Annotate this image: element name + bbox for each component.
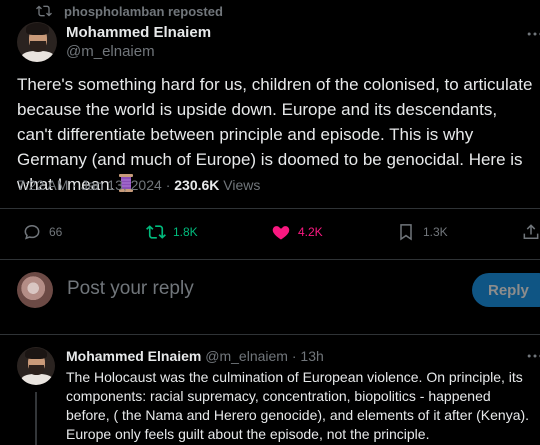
- bookmark-count: 1.3K: [423, 225, 448, 239]
- divider-composer: [0, 334, 540, 335]
- repost-icon: [146, 225, 166, 239]
- reply-input[interactable]: Post your reply: [67, 278, 194, 300]
- post-time[interactable]: 7:22 AM: [17, 177, 68, 193]
- reply-author-avatar[interactable]: [17, 347, 55, 385]
- repost-label: phospholamban reposted: [64, 3, 223, 19]
- bookmark-action[interactable]: 1.3K: [396, 222, 448, 242]
- thread-connector: [35, 392, 37, 445]
- reply-author-name[interactable]: Mohammed Elnaiem: [66, 348, 201, 364]
- author-name[interactable]: Mohammed Elnaiem: [66, 24, 211, 41]
- views-count: 230.6K: [174, 177, 220, 193]
- author-avatar[interactable]: [17, 22, 57, 62]
- share-icon: [523, 224, 539, 239]
- current-user-avatar: [17, 272, 53, 308]
- repost-action[interactable]: 1.8K: [146, 222, 198, 242]
- like-action[interactable]: 4.2K: [271, 222, 323, 242]
- share-action[interactable]: [521, 222, 540, 242]
- repost-count: 1.8K: [173, 225, 198, 239]
- reply-text: The Holocaust was the culmination of Eur…: [66, 369, 530, 442]
- views-label: Views: [223, 177, 261, 193]
- reply-time[interactable]: 13h: [300, 348, 323, 364]
- bookmark-icon: [400, 224, 412, 241]
- post-meta: 7:22 AM · Jan 13, 2024 · 230.6K Views: [17, 177, 261, 193]
- reply-header: Mohammed Elnaiem @m_elnaiem · 13h: [66, 348, 324, 364]
- reply-more-options-icon[interactable]: [525, 346, 540, 366]
- reply-action[interactable]: 66: [22, 222, 62, 242]
- heart-icon: [272, 226, 290, 240]
- like-count: 4.2K: [298, 225, 323, 239]
- divider-top: [0, 208, 540, 209]
- more-options-icon[interactable]: [525, 24, 540, 44]
- reply-button[interactable]: Reply: [472, 273, 540, 307]
- divider-actions: [0, 259, 540, 260]
- author-handle[interactable]: @m_elnaiem: [66, 43, 155, 60]
- repost-indicator[interactable]: phospholamban reposted: [36, 2, 223, 20]
- post-date[interactable]: Jan 13, 2024: [81, 177, 162, 193]
- comment-icon: [24, 224, 40, 240]
- reply-author-handle[interactable]: @m_elnaiem: [205, 348, 288, 364]
- reply-count: 66: [49, 225, 63, 239]
- repost-icon: [36, 5, 52, 17]
